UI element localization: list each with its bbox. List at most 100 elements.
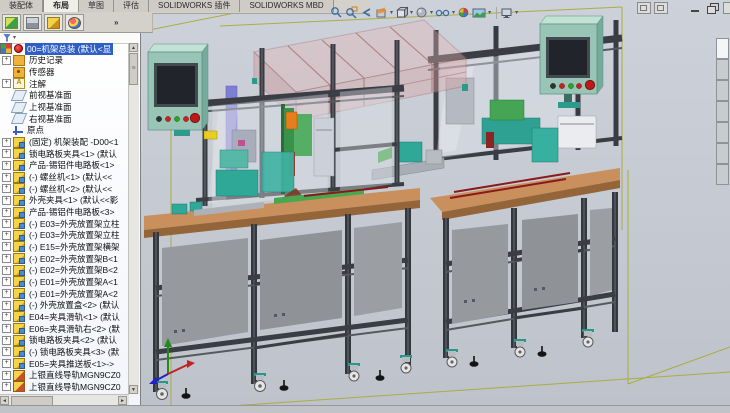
button-red[interactable]	[165, 116, 170, 121]
scroll-down-icon[interactable]: ▼	[129, 385, 138, 394]
tree-expander-icon[interactable]: +	[2, 301, 11, 310]
tree-expander-icon[interactable]: +	[2, 324, 11, 333]
tree-item[interactable]: +(-) E01=外壳放置架A<1	[0, 276, 129, 288]
tab-sketch[interactable]: 草图	[79, 0, 114, 12]
tree-item[interactable]: +(-) E02=外壳放置架B<1	[0, 253, 129, 265]
graphics-area[interactable]	[134, 0, 730, 413]
button-red[interactable]	[183, 116, 188, 121]
insert-component-icon[interactable]	[2, 14, 21, 31]
tree-expander-icon[interactable]: +	[2, 254, 11, 263]
emergency-stop-button[interactable]	[190, 113, 199, 122]
tab-assembly[interactable]: 装配体	[0, 0, 43, 12]
view-settings-icon[interactable]: ▾	[500, 6, 518, 19]
tree-expander-icon[interactable]: +	[2, 149, 11, 158]
tree-expander-icon[interactable]: +	[2, 79, 11, 88]
task-pane-tab[interactable]	[716, 143, 729, 164]
tree-item[interactable]: +E04=夹具滑轨<1> (默认	[0, 311, 129, 323]
move-component-icon[interactable]	[44, 14, 63, 31]
button-red[interactable]	[576, 83, 581, 88]
tree-item[interactable]: +(-) 锁电路板夹具<3> (默	[0, 346, 129, 358]
tree-item[interactable]: +(固定) 机架装配 -D00<1	[0, 136, 129, 148]
task-pane-tab[interactable]	[716, 38, 729, 59]
tree-expander-icon[interactable]: +	[2, 242, 11, 251]
toolbar-overflow-button[interactable]: »	[114, 18, 118, 27]
tree-item[interactable]: +历史记录	[0, 55, 129, 67]
tree-expander-icon[interactable]: +	[2, 231, 11, 240]
button-green[interactable]	[174, 116, 179, 121]
filter-dropdown-icon[interactable]: ▾	[13, 34, 16, 41]
button-green[interactable]	[568, 83, 573, 88]
zoom-area-icon[interactable]	[345, 6, 358, 19]
restore-button[interactable]	[706, 3, 719, 13]
selector-knob[interactable]	[156, 116, 161, 121]
close-button[interactable]	[723, 2, 730, 14]
tree-item[interactable]: +锁电路板夹具<2> (默认	[0, 334, 129, 346]
tree-expander-icon[interactable]: +	[2, 359, 11, 368]
task-pane-tab[interactable]	[716, 59, 729, 80]
scroll-right-icon[interactable]: ►	[118, 396, 127, 405]
mate-icon[interactable]	[23, 14, 42, 31]
task-pane-tab[interactable]	[716, 122, 729, 143]
tree-item[interactable]: +(-) E01=外壳放置架A<2	[0, 288, 129, 300]
tab-evaluate[interactable]: 评估	[114, 0, 149, 12]
tree-expander-icon[interactable]: +	[2, 266, 11, 275]
scroll-up-icon[interactable]: ▲	[129, 43, 138, 52]
hide-show-items-icon[interactable]: ▾	[435, 6, 455, 19]
tree-item[interactable]: +(-) 外壳放置盒<2> (默认	[0, 299, 129, 311]
minimize-button[interactable]	[689, 3, 702, 13]
tree-item[interactable]: +(-) E02=外壳放置架B<2	[0, 264, 129, 276]
tree-item[interactable]: +(-) E15=外壳放置架横架	[0, 241, 129, 253]
hmi-panel-left[interactable]	[148, 44, 208, 136]
tree-expander-icon[interactable]: +	[2, 208, 11, 217]
tab-layout[interactable]: 布局	[43, 0, 79, 12]
task-pane-tab[interactable]	[716, 80, 729, 101]
tab-solidworks-addins[interactable]: SOLIDWORKS 插件	[149, 0, 240, 12]
tree-item[interactable]: +(-) 螺丝机<1> (默认<<	[0, 171, 129, 183]
tree-expander-icon[interactable]: +	[2, 184, 11, 193]
tree-expander-icon[interactable]: +	[2, 312, 11, 321]
tree-item[interactable]: +E05=夹具推送板<1>->	[0, 358, 129, 370]
tree-item[interactable]: +E06=夹具滑轨右<2> (默	[0, 323, 129, 335]
tree-expander-icon[interactable]: +	[2, 382, 11, 391]
tree-vertical-scrollbar[interactable]: ▲ ▼	[128, 43, 139, 394]
appearance-icon[interactable]	[65, 14, 84, 31]
tree-item[interactable]: +(-) 螺丝机<2> (默认<<	[0, 183, 129, 195]
button-red[interactable]	[559, 83, 564, 88]
scrollbar-thumb[interactable]	[129, 53, 138, 85]
task-pane-tab[interactable]	[716, 164, 729, 185]
zoom-fit-icon[interactable]	[330, 6, 343, 19]
apply-scene-icon[interactable]: ▾	[472, 6, 491, 19]
filter-funnel-icon[interactable]	[3, 34, 11, 42]
tab-solidworks-mbd[interactable]: SOLIDWORKS MBD	[240, 0, 333, 12]
tree-item[interactable]: +注解	[0, 78, 129, 90]
tree-expander-icon[interactable]: +	[2, 277, 11, 286]
tree-item[interactable]: +(-) E03=外壳放置架立柱	[0, 230, 129, 242]
tree-expander-icon[interactable]: +	[2, 289, 11, 298]
view-orientation-icon[interactable]: ▾	[395, 6, 413, 19]
tree-item[interactable]: 前视基准面	[0, 90, 129, 102]
tree-item[interactable]: 00=机架总装 (默认<显	[0, 43, 129, 55]
tree-expander-icon[interactable]: +	[2, 219, 11, 228]
pane-toggle-left-icon[interactable]	[637, 2, 651, 14]
tree-expander-icon[interactable]: +	[2, 196, 11, 205]
tree-expander-icon[interactable]: +	[2, 347, 11, 356]
scroll-left-icon[interactable]: ◄	[0, 396, 9, 405]
tree-expander-icon[interactable]: +	[2, 371, 11, 380]
pane-toggle-right-icon[interactable]	[654, 2, 668, 14]
tree-item[interactable]: +锁电路板夹具<1> (默认	[0, 148, 129, 160]
tree-item[interactable]: +上银直线导轨MGN9CZ0	[0, 381, 129, 393]
tree-item[interactable]: +外壳夹具<1> (默认<<影	[0, 195, 129, 207]
tree-item[interactable]: +产品-锡铝件电路板<1>	[0, 160, 129, 172]
task-pane-tab[interactable]	[716, 101, 729, 122]
tree-expander-icon[interactable]: +	[2, 138, 11, 147]
tree-item[interactable]: 原点	[0, 125, 129, 137]
tree-expander-icon[interactable]: +	[2, 336, 11, 345]
hmi-panel-right[interactable]	[540, 16, 603, 108]
selector-knob[interactable]	[550, 83, 555, 88]
tree-item[interactable]: +(-) E03=外壳放置架立柱	[0, 218, 129, 230]
tree-item[interactable]: +上银直线导轨MGN9CZ0	[0, 369, 129, 381]
tree-item[interactable]: +产品-锡铝件电路板<3>	[0, 206, 129, 218]
edit-appearance-icon[interactable]	[457, 6, 470, 19]
display-style-icon[interactable]: ▾	[415, 6, 433, 19]
previous-view-icon[interactable]	[360, 6, 373, 19]
